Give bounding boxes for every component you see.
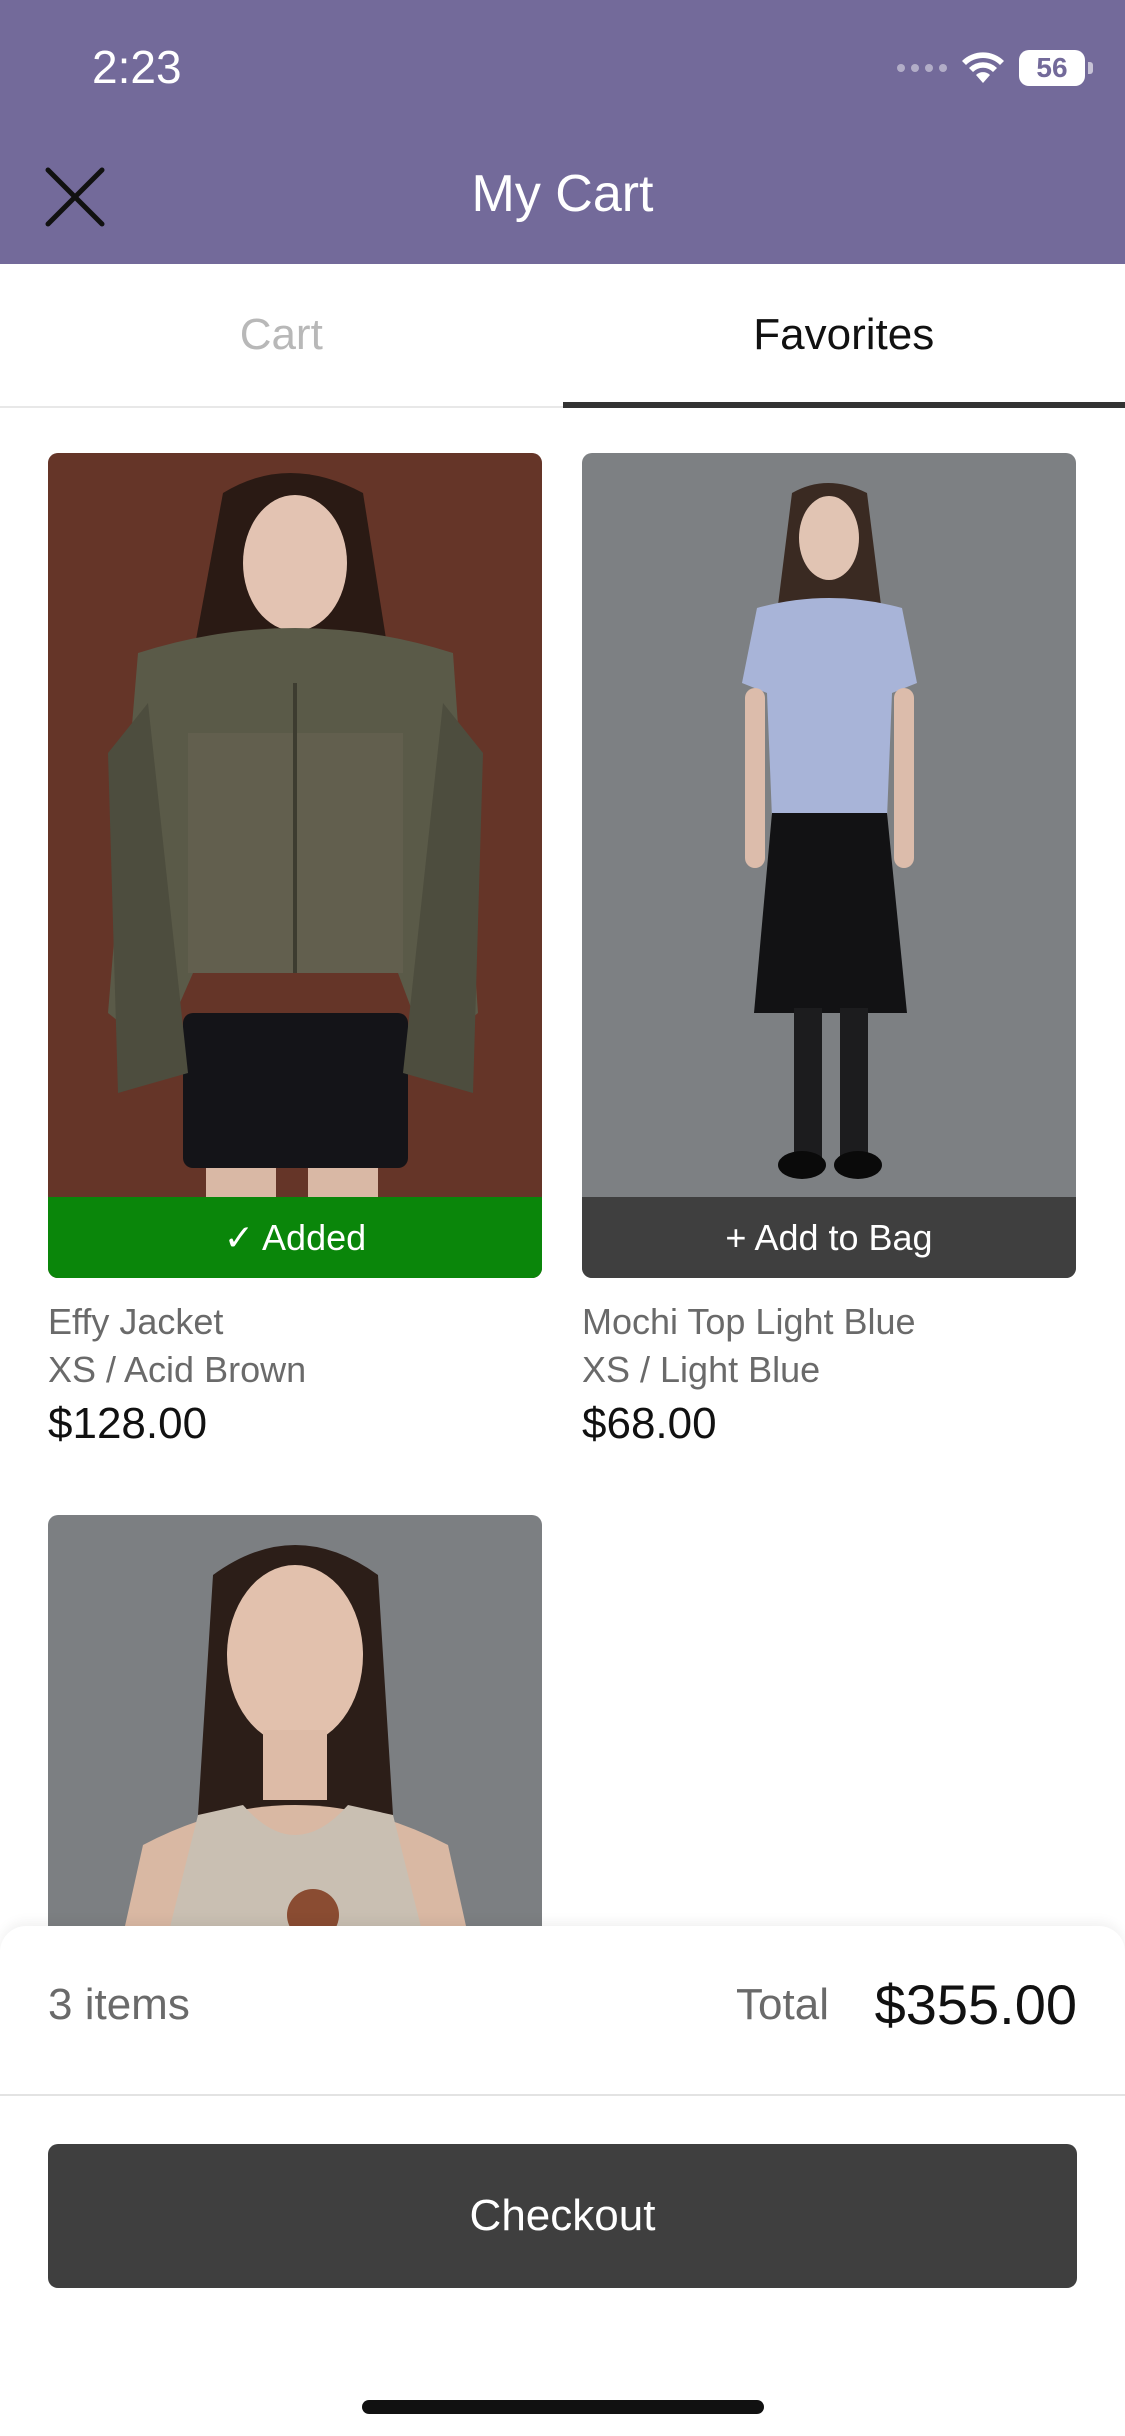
status-time: 2:23 <box>92 41 182 93</box>
product-image[interactable]: + Add to Bag <box>582 453 1076 1278</box>
add-to-bag-button[interactable]: + Add to Bag <box>582 1197 1076 1278</box>
product-variant: XS / Light Blue <box>582 1349 821 1390</box>
product-name: Effy Jacket <box>48 1301 224 1342</box>
product-image[interactable] <box>48 1515 542 1935</box>
tab-cart[interactable]: Cart <box>0 264 563 406</box>
total-label: Total <box>736 1980 829 2029</box>
battery-icon: 56 <box>1019 50 1093 86</box>
wifi-icon <box>962 52 1004 83</box>
product-card[interactable]: + Add to Bag Mochi Top Light Blue XS / L… <box>582 453 1076 1452</box>
home-indicator[interactable] <box>362 2400 764 2414</box>
product-photo <box>48 1515 542 1935</box>
added-button[interactable]: ✓ Added <box>48 1197 542 1278</box>
product-image[interactable]: ✓ Added <box>48 453 542 1278</box>
cart-summary: 3 items Total $355.00 Checkout <box>0 1926 1125 2436</box>
status-icons: 56 <box>897 46 1093 90</box>
tab-bar: Cart Favorites <box>0 264 1125 408</box>
tab-favorites[interactable]: Favorites <box>562 264 1125 408</box>
product-name: Mochi Top Light Blue <box>582 1301 916 1342</box>
total-value: $355.00 <box>874 1973 1077 2036</box>
signal-icon <box>897 64 947 72</box>
app-header: 2:23 56 My Cart <box>0 0 1125 264</box>
product-variant: XS / Acid Brown <box>48 1349 307 1390</box>
product-photo <box>48 453 542 1278</box>
product-photo <box>582 453 1076 1278</box>
product-price: $128.00 <box>48 1399 208 1448</box>
divider <box>0 2094 1125 2096</box>
items-count: 3 items <box>48 1980 190 2029</box>
page-title: My Cart <box>471 165 654 223</box>
product-price: $68.00 <box>582 1399 717 1448</box>
product-card[interactable] <box>48 1515 542 1935</box>
checkout-button[interactable]: Checkout <box>48 2144 1077 2288</box>
battery-level: 56 <box>1036 52 1068 83</box>
product-card[interactable]: ✓ Added Effy Jacket XS / Acid Brown $128… <box>48 453 542 1452</box>
